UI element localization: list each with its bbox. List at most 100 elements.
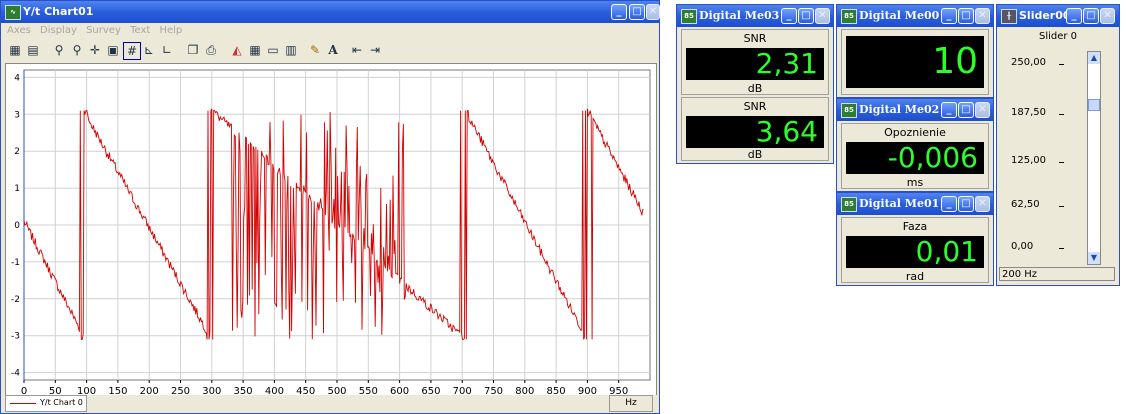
meter-label: SNR <box>743 100 767 113</box>
me03-minimize-button[interactable]: _ <box>781 8 797 24</box>
slider-tick-label: 187,50 <box>1011 107 1046 118</box>
slider-track[interactable]: ▲ ▼ <box>1087 51 1101 265</box>
chart-window-title: Y/t Chart01 <box>23 5 94 18</box>
me01-panel: Faza 0,01 rad <box>841 217 989 283</box>
meter-app-icon: 85 <box>841 197 857 212</box>
me03-maximize-button[interactable]: □ <box>798 8 814 24</box>
meter-value: 0,01 <box>846 236 984 268</box>
me00-minimize-button[interactable]: _ <box>941 8 957 24</box>
slider-close-button[interactable]: ✕ <box>1100 8 1115 24</box>
cursor-icon[interactable]: ✛ <box>87 42 103 58</box>
meter-value: -0,006 <box>846 142 984 174</box>
slider-tick <box>1059 248 1064 249</box>
me03-title: Digital Me03 <box>699 9 780 22</box>
meter-value: 2,31 <box>686 48 824 80</box>
x-unit-label: Hz <box>609 395 653 412</box>
scroll-up-button[interactable]: ▲ <box>1088 52 1100 64</box>
copy-icon[interactable]: ❐ <box>185 42 201 58</box>
menu-survey[interactable]: Survey <box>86 25 121 36</box>
slider-titlebar[interactable]: ╫ Slider00 _ □ ✕ <box>997 5 1119 27</box>
me01-close-button[interactable]: ✕ <box>975 196 990 212</box>
text-icon[interactable]: A <box>325 42 341 58</box>
me03-titlebar[interactable]: 85 Digital Me03 _ □ ✕ <box>677 5 833 27</box>
chart-plot-area[interactable]: 4 3 2 1 0 -1 -2 -3 -4 0 50 100 150 200 250 300 350 400 450… <box>5 63 657 403</box>
me02-title: Digital Me02 <box>859 103 940 116</box>
me01-minimize-button[interactable]: _ <box>941 196 957 212</box>
meter-window-me01: 85 Digital Me01 _ □ ✕ Faza 0,01 rad <box>836 192 994 286</box>
me03-close-button[interactable]: ✕ <box>815 8 830 24</box>
me00-close-button[interactable]: ✕ <box>975 8 990 24</box>
arrow-right-icon[interactable]: ⇥ <box>367 42 383 58</box>
chart-menubar: Axes Display Survey Text Help <box>1 23 659 39</box>
slider-tick-label: 62,50 <box>1011 199 1040 210</box>
meter-window-me00: 85 Digital Me00 _ □ ✕ 10 <box>836 4 994 98</box>
me01-maximize-button[interactable]: □ <box>958 196 974 212</box>
menu-display[interactable]: Display <box>40 25 77 36</box>
me00-titlebar[interactable]: 85 Digital Me00 _ □ ✕ <box>837 5 993 27</box>
slider-tick-label: 0,00 <box>1011 241 1034 252</box>
y-tick-label: -4 <box>11 369 20 379</box>
y-tick-label: 0 <box>14 221 20 231</box>
meter-unit: dB <box>747 148 763 161</box>
brush-icon[interactable]: ✎ <box>307 42 323 58</box>
bar-icon[interactable]: ▥ <box>283 42 299 58</box>
arrow-left-icon[interactable]: ⇤ <box>349 42 365 58</box>
maximize-button[interactable]: □ <box>629 4 645 20</box>
axis-y-icon[interactable]: ∟ <box>159 42 175 58</box>
me02-maximize-button[interactable]: □ <box>958 102 974 118</box>
y-tick-label: 2 <box>14 147 20 157</box>
me02-close-button[interactable]: ✕ <box>975 102 990 118</box>
me01-titlebar[interactable]: 85 Digital Me01 _ □ ✕ <box>837 193 993 215</box>
menu-text[interactable]: Text <box>130 25 150 36</box>
chart-icon[interactable]: ▦ <box>7 42 23 58</box>
chart-svg: 43210-1-2-3-40 50 100 150 200 250 300 350 400 450… <box>11 69 651 397</box>
menu-axes[interactable]: Axes <box>7 25 31 36</box>
legend-label: Y/t Chart 0 <box>40 398 83 407</box>
slider-tick <box>1059 162 1064 163</box>
meter-label: Opoznienie <box>884 126 946 139</box>
chart-style-icon[interactable]: ◭ <box>229 42 245 58</box>
chart-window-titlebar[interactable]: ∿ Y/t Chart01 _ □ ✕ <box>1 1 660 23</box>
print-icon[interactable]: ⎙ <box>203 42 219 58</box>
slider-label: Slider 0 <box>1038 31 1078 42</box>
chart-app-icon: ∿ <box>5 5 21 20</box>
grid-icon[interactable]: # <box>123 42 141 60</box>
slider-maximize-button[interactable]: □ <box>1083 8 1099 24</box>
meter-app-icon: 85 <box>841 9 857 24</box>
me01-title: Digital Me01 <box>859 197 940 210</box>
chart2-icon[interactable]: ▤ <box>25 42 41 58</box>
axis-x-icon[interactable]: ⊾ <box>141 42 157 58</box>
chart-toolbar: ▦ ▤ ⚲ ⚲ ✛ ▣ # ⊾ ∟ ❐ ⎙ ◭ ▦ ▭ ▥ ✎ A ⇤ ⇥ <box>1 39 659 61</box>
zoom-in-icon[interactable]: ⚲ <box>51 42 67 58</box>
meter-app-icon: 85 <box>681 9 697 24</box>
me00-title: Digital Me00 <box>859 9 940 22</box>
view-icon[interactable]: ▭ <box>265 42 281 58</box>
me00-maximize-button[interactable]: □ <box>958 8 974 24</box>
menu-help[interactable]: Help <box>159 25 182 36</box>
me03-panel-1: SNR 2,31 dB <box>681 29 829 95</box>
table-icon[interactable]: ▦ <box>247 42 263 58</box>
meter-value: 3,64 <box>686 116 824 148</box>
close-button[interactable]: ✕ <box>646 4 660 20</box>
meter-unit: rad <box>905 270 925 283</box>
me00-panel: 10 <box>841 29 989 95</box>
minimize-button[interactable]: _ <box>611 4 627 20</box>
meter-window-me03: 85 Digital Me03 _ □ ✕ SNR 2,31 dB SNR 3,… <box>676 4 834 164</box>
meter-window-me02: 85 Digital Me02 _ □ ✕ Opoznienie -0,006 … <box>836 98 994 192</box>
me02-titlebar[interactable]: 85 Digital Me02 _ □ ✕ <box>837 99 993 121</box>
meter-value: 10 <box>846 36 984 88</box>
slider-minimize-button[interactable]: _ <box>1066 8 1082 24</box>
meter-label: Faza <box>902 220 928 233</box>
legend: Y/t Chart 0 <box>5 395 87 412</box>
y-tick-label: 3 <box>14 110 20 120</box>
me02-panel: Opoznienie -0,006 ms <box>841 123 989 189</box>
scroll-down-button[interactable]: ▼ <box>1088 252 1100 264</box>
slider-tick <box>1059 206 1064 207</box>
meter-unit: dB <box>747 82 763 95</box>
slider-status: 200 Hz <box>999 267 1115 281</box>
save-icon[interactable]: ▣ <box>105 42 121 58</box>
zoom-out-icon[interactable]: ⚲ <box>69 42 85 58</box>
y-tick-label: 4 <box>14 73 20 83</box>
me02-minimize-button[interactable]: _ <box>941 102 957 118</box>
slider-thumb[interactable] <box>1088 99 1100 112</box>
